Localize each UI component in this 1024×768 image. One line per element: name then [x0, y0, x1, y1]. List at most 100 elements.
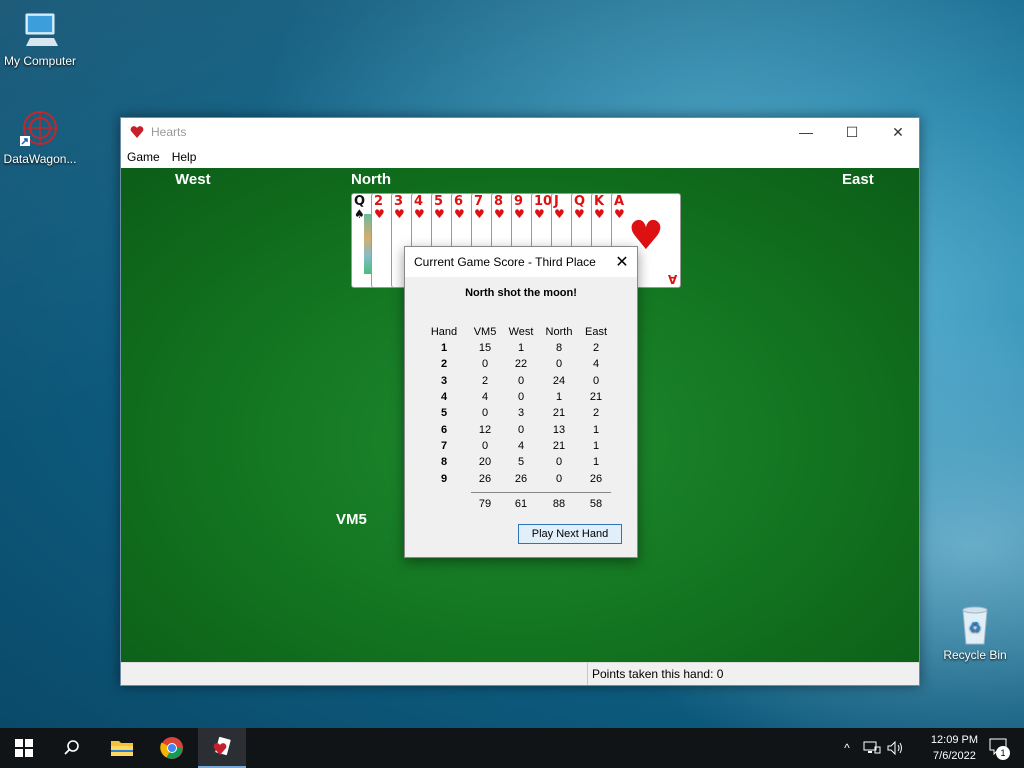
score-cell: 20 [478, 456, 492, 469]
desktop-icon-label: My Computer [3, 54, 77, 68]
hand-number: 8 [440, 456, 448, 469]
desktop-icon-label: DataWagon... [3, 152, 77, 166]
score-cell: 26 [478, 472, 492, 485]
score-cell: 24 [552, 374, 566, 387]
score-row: 2 0 22 0 4 [421, 356, 613, 372]
desktop-icon-label: Recycle Bin [943, 648, 1007, 662]
speaker-icon [887, 741, 902, 755]
dialog-close-icon[interactable]: ✕ [607, 247, 637, 277]
hearts-icon [213, 736, 231, 756]
score-cell: 0 [555, 456, 563, 469]
total-east: 58 [589, 498, 603, 510]
total-west: 61 [514, 498, 528, 510]
score-cell: 13 [552, 423, 566, 436]
total-vm5: 79 [478, 498, 492, 510]
score-cell: 8 [555, 342, 563, 355]
svg-text:♻: ♻ [969, 620, 982, 636]
score-cell: 2 [592, 342, 600, 355]
network-icon [863, 741, 881, 754]
card-corner-rank: A [667, 272, 677, 286]
volume-button[interactable] [884, 728, 908, 768]
hand-number: 9 [440, 472, 448, 485]
score-cell: 1 [517, 342, 525, 355]
card-suit-icon: ♥ [374, 207, 385, 221]
score-cell: 0 [481, 358, 489, 371]
notification-count: 1 [996, 746, 1010, 760]
menu-help[interactable]: Help [166, 150, 203, 164]
score-cell: 22 [514, 358, 528, 371]
window-title: Hearts [151, 125, 187, 139]
column-header: VM5 [473, 326, 497, 338]
score-cell: 1 [555, 391, 563, 404]
column-header: North [545, 326, 573, 338]
title-bar[interactable]: Hearts — ☐ ✕ [121, 118, 919, 146]
score-cell: 3 [517, 407, 525, 420]
score-cell: 0 [481, 407, 489, 420]
player-north-label: North [351, 171, 391, 188]
total-north: 88 [552, 498, 566, 510]
score-cell: 2 [481, 374, 489, 387]
minimize-button[interactable]: — [783, 118, 829, 146]
card-suit-icon: ♥ [414, 207, 425, 221]
score-cell: 1 [592, 439, 600, 452]
search-button[interactable] [48, 728, 96, 768]
score-row: 5 0 3 21 2 [421, 405, 613, 421]
score-cell: 0 [592, 374, 600, 387]
score-cell: 4 [517, 439, 525, 452]
dialog-title: Current Game Score - Third Place [414, 255, 596, 269]
dialog-title-bar[interactable]: Current Game Score - Third Place ✕ [405, 247, 637, 277]
status-bar: Points taken this hand: 0 [121, 662, 919, 685]
network-button[interactable] [860, 728, 884, 768]
card-suit-icon: ♥ [454, 207, 465, 221]
hearts-app-icon [129, 124, 145, 140]
column-header: Hand [430, 326, 458, 338]
hand-number: 7 [440, 439, 448, 452]
score-cell: 0 [517, 391, 525, 404]
card-suit-icon: ♥ [574, 207, 585, 221]
windows-icon [15, 739, 33, 757]
desktop-icon-datawagon[interactable]: DataWagon... [0, 108, 80, 166]
score-cell: 2 [592, 407, 600, 420]
score-table: Hand VM5 West North East 1 15 1 8 2 2 0 22 0 4 3 2 0… [421, 324, 613, 487]
score-cell: 26 [514, 472, 528, 485]
show-hidden-icons-button[interactable]: ^ [836, 728, 858, 768]
desktop-icon-my-computer[interactable]: My Computer [0, 10, 80, 68]
datawagon-icon [20, 108, 60, 148]
chevron-up-icon: ^ [844, 741, 850, 755]
score-row: 8 20 5 0 1 [421, 454, 613, 470]
totals-divider [471, 492, 611, 493]
player-east-label: East [842, 171, 874, 188]
card-suit-icon: ♥ [594, 207, 605, 221]
menu-game[interactable]: Game [121, 150, 166, 164]
score-row: 9 26 26 0 26 [421, 470, 613, 486]
hand-number: 3 [440, 374, 448, 387]
score-cell: 0 [517, 423, 525, 436]
chrome-button[interactable] [148, 728, 196, 768]
maximize-button[interactable]: ☐ [829, 118, 875, 146]
chrome-icon [160, 737, 183, 759]
play-next-hand-button[interactable]: Play Next Hand [518, 524, 622, 544]
system-clock[interactable]: 12:09 PM 7/6/2022 [931, 732, 978, 764]
computer-icon [20, 10, 60, 50]
search-icon [64, 740, 79, 755]
score-cell: 1 [592, 456, 600, 469]
score-cell: 4 [481, 391, 489, 404]
action-center-button[interactable]: 1 [976, 728, 1024, 768]
score-cell: 21 [552, 439, 566, 452]
menu-bar: Game Help [121, 146, 919, 168]
hand-number: 2 [440, 358, 448, 371]
start-button[interactable] [0, 728, 48, 768]
desktop-icon-recycle-bin[interactable]: ♻ Recycle Bin [935, 604, 1015, 662]
card-suit-icon: ♥ [514, 207, 525, 221]
hand-number: 6 [440, 423, 448, 436]
score-dialog: Current Game Score - Third Place ✕ North… [404, 246, 638, 558]
score-cell: 0 [555, 358, 563, 371]
hearts-taskbar-button[interactable] [198, 728, 246, 768]
score-cell: 5 [517, 456, 525, 469]
file-explorer-button[interactable] [98, 728, 146, 768]
card-suit-icon: ♥ [474, 207, 485, 221]
close-button[interactable]: ✕ [875, 118, 921, 146]
recycle-bin-icon: ♻ [955, 604, 995, 645]
taskbar: ^ 12:09 PM 7/6/2022 1 [0, 728, 1024, 768]
card-suit-icon: ♥ [534, 207, 545, 221]
